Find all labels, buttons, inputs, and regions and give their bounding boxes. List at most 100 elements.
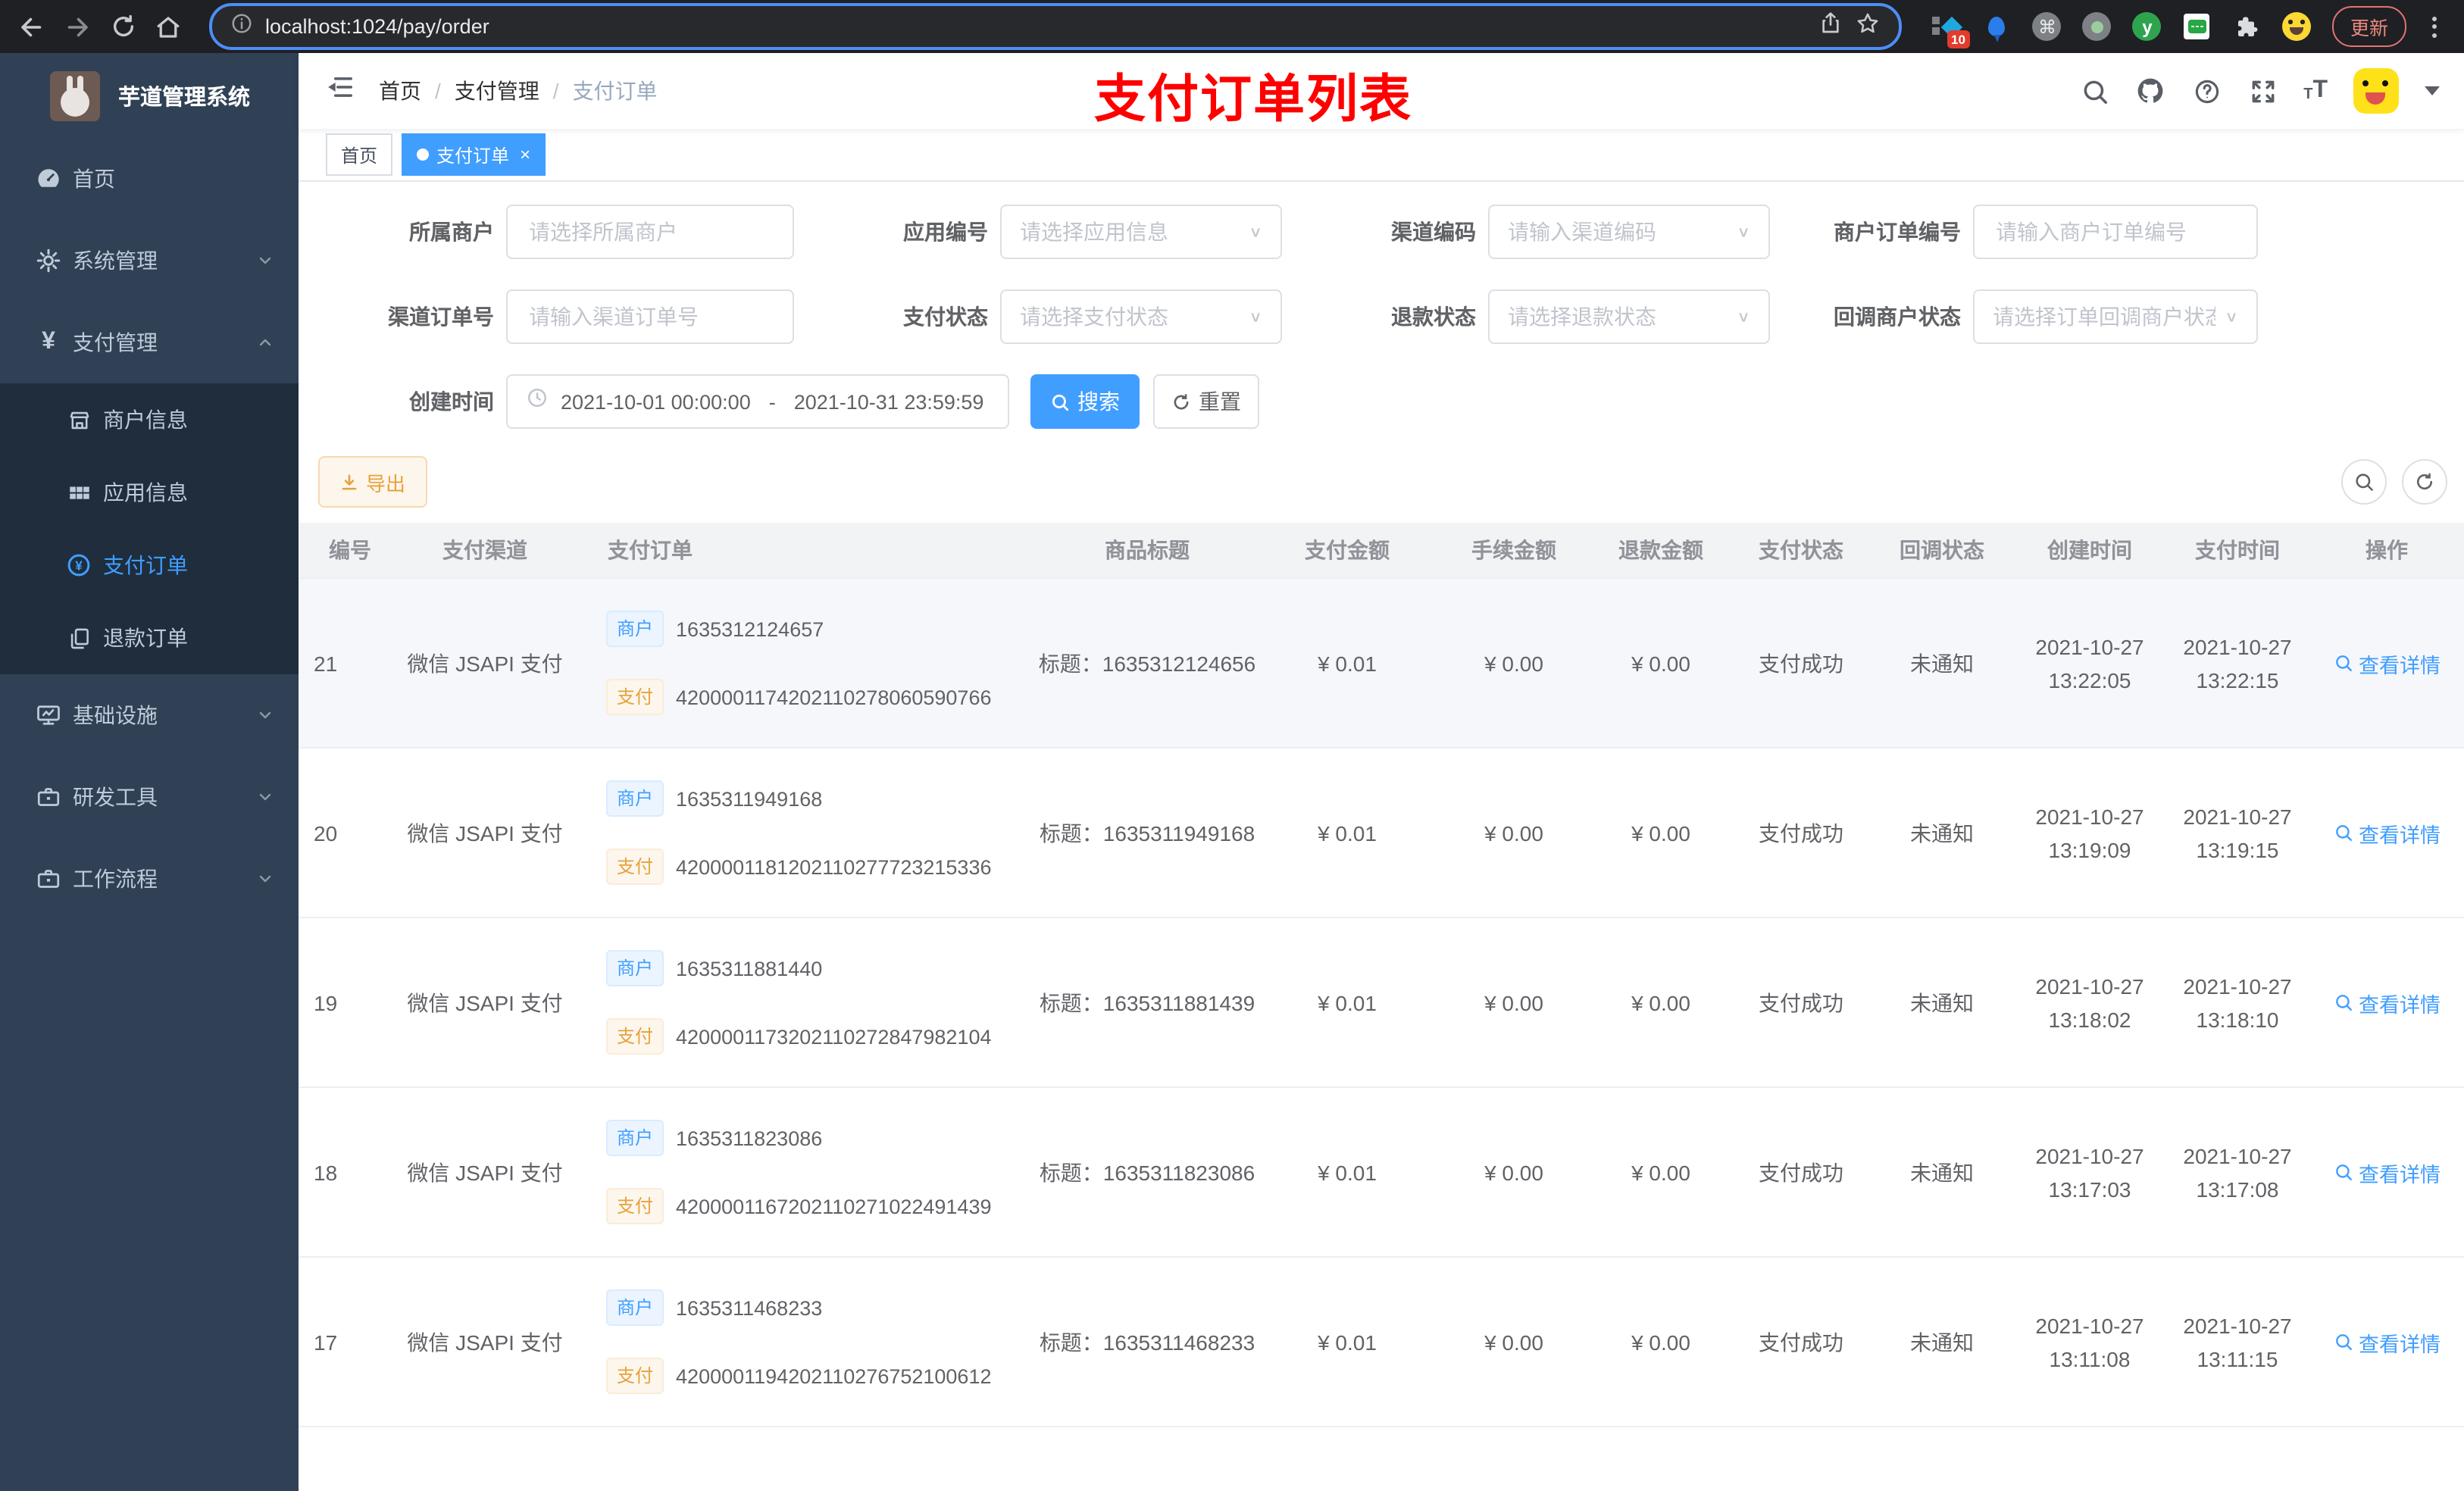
notify-status: 未通知	[1910, 1330, 1974, 1354]
show-search-button[interactable]	[2341, 459, 2387, 505]
pay-tag: 支付	[606, 849, 664, 885]
site-info-icon[interactable]	[230, 11, 253, 42]
sidebar-item-pay-order[interactable]: ¥ 支付订单	[0, 529, 299, 602]
grid-icon	[65, 479, 92, 506]
col-created: 创建时间	[2047, 538, 2132, 562]
extensions-puzzle-icon[interactable]	[2232, 11, 2262, 42]
merchant-input-field[interactable]	[526, 218, 774, 245]
home-icon[interactable]	[149, 7, 188, 46]
order-id: 17	[314, 1330, 338, 1354]
refund-status-select[interactable]: 请选择退款状态 ∨	[1488, 289, 1770, 344]
share-icon[interactable]	[1818, 11, 1843, 42]
date-end[interactable]: 2021-10-31 23:59:59	[794, 390, 984, 413]
merchant-order-no-input[interactable]	[1973, 205, 2258, 259]
sidebar-item-label: 商户信息	[103, 408, 188, 432]
product-title: 标题：1635312124656	[1038, 651, 1256, 675]
sidebar-item-home[interactable]: 首页	[0, 138, 299, 220]
date-start[interactable]: 2021-10-01 00:00:00	[561, 390, 751, 413]
refresh-button[interactable]	[2402, 459, 2447, 505]
notify-status-select[interactable]: 请选择订单回调商户状态 ∨	[1973, 289, 2258, 344]
col-paid: 支付时间	[2195, 538, 2280, 562]
extension-diamond-icon[interactable]: 10	[1931, 11, 1970, 48]
search-button[interactable]: 搜索	[1030, 374, 1140, 429]
order-numbers: 商户 1635311468233 支付 4200001194202110276752…	[586, 1289, 1038, 1394]
channel-code-select[interactable]: 请输入渠道编码 ∨	[1488, 205, 1770, 259]
col-notify: 回调状态	[1900, 538, 1984, 562]
url-text[interactable]: localhost:1024/pay/order	[265, 15, 1806, 38]
app-logo[interactable]: 芋道管理系统	[0, 53, 299, 138]
reload-icon[interactable]	[103, 7, 142, 46]
merchant-input[interactable]	[506, 205, 794, 259]
order-id: 20	[314, 821, 338, 845]
pay-channel: 微信 JSAPI 支付	[407, 1160, 563, 1184]
created-time: 2021-10-27 13:17:03	[2035, 1143, 2144, 1201]
extension-y-icon[interactable]: y	[2132, 11, 2162, 42]
merchant-order-no-field[interactable]	[1993, 218, 2238, 245]
pay-amount: ¥ 0.01	[1318, 651, 1377, 675]
back-icon[interactable]	[12, 7, 52, 46]
storefront-icon	[65, 406, 92, 433]
extension-command-icon[interactable]: ⌘	[2032, 11, 2062, 42]
page-content: 所属商户 应用编号 请选择应用信息 ∨ 渠道编码 请输入渠道编码 ∨	[299, 182, 2464, 1491]
address-bar[interactable]: localhost:1024/pay/order	[209, 3, 1902, 50]
bookmark-star-icon[interactable]	[1855, 10, 1881, 43]
user-avatar[interactable]	[2353, 68, 2399, 114]
breadcrumb-separator: /	[435, 79, 441, 103]
sidebar-item-payment[interactable]: ¥ 支付管理	[0, 302, 299, 383]
sidebar-item-infrastructure[interactable]: 基础设施	[0, 674, 299, 756]
browser-menu-icon[interactable]	[2426, 16, 2443, 37]
extension-chat-icon[interactable]	[2182, 11, 2212, 42]
browser-update-button[interactable]: 更新	[2331, 6, 2406, 47]
view-detail-link[interactable]: 查看详情	[2309, 1157, 2464, 1187]
extension-balloon-icon[interactable]	[1982, 11, 2012, 42]
close-icon[interactable]: ×	[520, 144, 530, 165]
sidebar-item-system[interactable]: 系统管理	[0, 220, 299, 302]
pay-status-select[interactable]: 请选择支付状态 ∨	[1000, 289, 1282, 344]
profile-avatar-icon[interactable]	[2282, 11, 2312, 42]
col-title: 商品标题	[1105, 538, 1190, 562]
col-order: 支付订单	[608, 538, 693, 562]
sidebar-item-app-info[interactable]: 应用信息	[0, 456, 299, 529]
create-time-range-picker[interactable]: 2021-10-01 00:00:00 - 2021-10-31 23:59:5…	[506, 374, 1009, 429]
export-button[interactable]: 导出	[318, 456, 427, 508]
sidebar-item-merchant-info[interactable]: 商户信息	[0, 383, 299, 456]
created-time: 2021-10-27 13:22:05	[2035, 634, 2144, 692]
fullscreen-icon[interactable]	[2247, 76, 2278, 106]
sidebar-item-dev-tools[interactable]: 研发工具	[0, 756, 299, 838]
view-detail-link[interactable]: 查看详情	[2309, 987, 2464, 1017]
view-detail-link[interactable]: 查看详情	[2309, 648, 2464, 678]
view-detail-link[interactable]: 查看详情	[2309, 817, 2464, 848]
order-numbers: 商户 1635311823086 支付 4200001167202110271022…	[586, 1120, 1038, 1224]
breadcrumb-home[interactable]: 首页	[379, 76, 421, 106]
monitor-chart-icon	[35, 702, 62, 729]
channel-order-no-field[interactable]	[526, 303, 774, 330]
sidebar-item-workflow[interactable]: 工作流程	[0, 838, 299, 920]
font-size-icon[interactable]: TT	[2303, 78, 2328, 103]
pay-amount: ¥ 0.01	[1318, 1330, 1377, 1354]
pay-status: 支付成功	[1759, 821, 1843, 845]
help-icon[interactable]	[2191, 76, 2222, 106]
sidebar-item-label: 应用信息	[103, 480, 188, 505]
forward-icon[interactable]	[58, 7, 97, 46]
created-time: 2021-10-27 13:11:08	[2035, 1313, 2144, 1371]
app-select[interactable]: 请选择应用信息 ∨	[1000, 205, 1282, 259]
tab-home[interactable]: 首页	[326, 133, 393, 176]
search-icon[interactable]	[2079, 76, 2109, 106]
tab-label: 首页	[341, 145, 378, 166]
channel-order-no-input[interactable]	[506, 289, 794, 344]
extension-record-icon[interactable]	[2082, 11, 2112, 42]
sidebar-item-refund-order[interactable]: 退款订单	[0, 602, 299, 674]
breadcrumb-payment[interactable]: 支付管理	[455, 76, 539, 106]
refund-amount: ¥ 0.00	[1631, 1330, 1690, 1354]
pay-amount: ¥ 0.01	[1318, 990, 1377, 1014]
breadcrumb-separator: /	[552, 79, 559, 103]
collapse-sidebar-icon[interactable]	[326, 73, 355, 109]
github-icon[interactable]	[2135, 76, 2165, 106]
field-label: 渠道订单号	[388, 305, 494, 329]
view-detail-link[interactable]: 查看详情	[2309, 1327, 2464, 1357]
user-menu-caret-icon[interactable]	[2425, 86, 2440, 95]
reset-button[interactable]: 重置	[1153, 374, 1259, 429]
pay-channel: 微信 JSAPI 支付	[407, 1330, 563, 1354]
tab-pay-order[interactable]: 支付订单 ×	[402, 133, 546, 176]
chevron-down-icon: ∨	[2225, 308, 2238, 326]
